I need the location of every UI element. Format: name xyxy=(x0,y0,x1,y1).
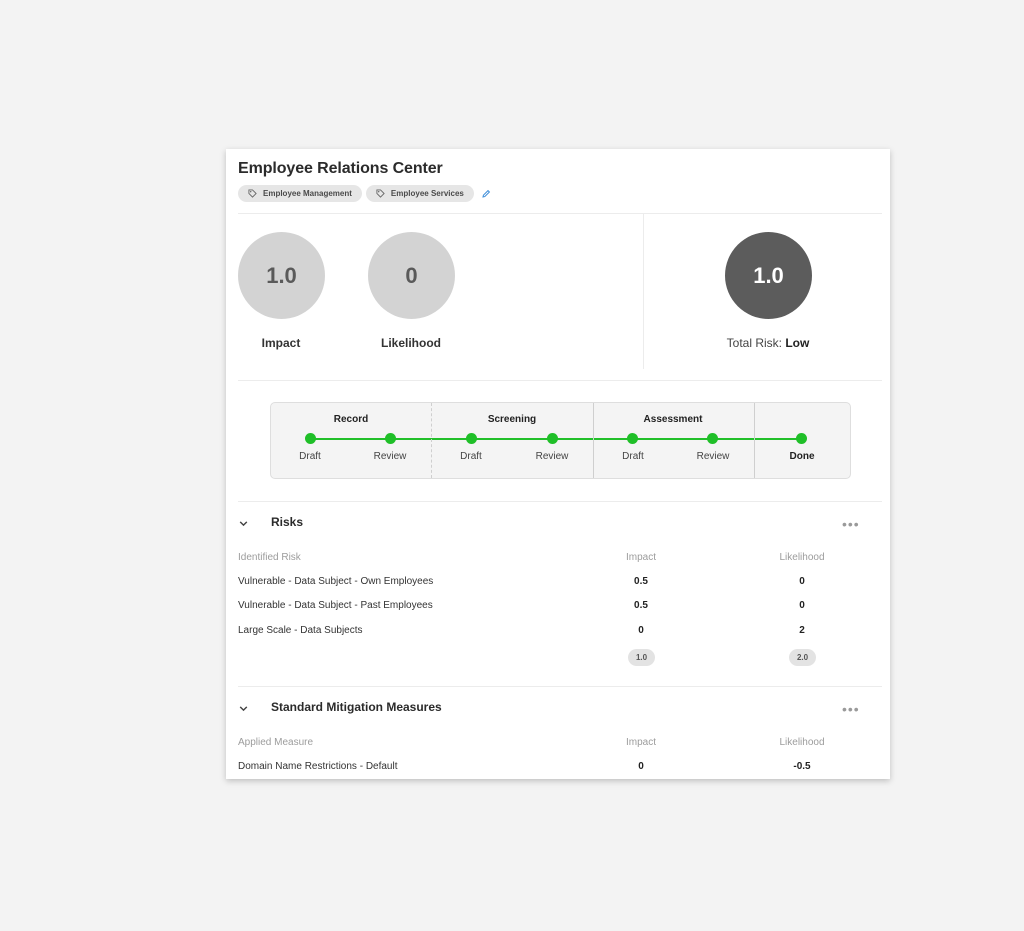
workflow-step-label: Draft xyxy=(622,451,644,462)
chevron-down-icon[interactable] xyxy=(238,518,249,529)
workflow-step-dot[interactable] xyxy=(627,433,638,444)
tag-list: Employee Management Employee Services xyxy=(238,185,491,202)
more-options-icon[interactable]: ••• xyxy=(842,701,860,717)
risk-likelihood: 2 xyxy=(799,625,805,636)
workflow-step-dot[interactable] xyxy=(385,433,396,444)
tag-employee-management[interactable]: Employee Management xyxy=(238,185,362,202)
risk-name: Vulnerable - Data Subject - Past Employe… xyxy=(238,600,433,611)
risk-impact: 0.5 xyxy=(634,600,648,611)
workflow-step-dot[interactable] xyxy=(466,433,477,444)
total-risk-prefix: Total Risk: xyxy=(726,336,782,350)
workflow-step-label: Review xyxy=(373,451,407,462)
divider xyxy=(238,380,882,381)
chevron-down-icon[interactable] xyxy=(238,703,249,714)
measure-likelihood: -0.5 xyxy=(793,761,811,772)
column-header-likelihood: Likelihood xyxy=(779,552,825,563)
workflow-step-dot[interactable] xyxy=(707,433,718,444)
measure-impact: 0 xyxy=(638,761,644,772)
measure-name: Domain Name Restrictions - Default xyxy=(238,761,398,772)
total-risk-label: Total Risk: Low xyxy=(708,336,828,350)
likelihood-label: Likelihood xyxy=(381,336,441,350)
total-risk-level: Low xyxy=(785,336,810,350)
likelihood-total-badge: 2.0 xyxy=(789,649,816,666)
column-header-likelihood: Likelihood xyxy=(779,737,825,748)
risk-card: Employee Relations Center Employee Manag… xyxy=(226,149,890,779)
workflow-step-dot[interactable] xyxy=(796,433,807,444)
likelihood-score-circle: 0 xyxy=(368,232,455,319)
workflow-stage-record: Record xyxy=(333,414,369,425)
total-risk-value: 1.0 xyxy=(753,262,784,288)
impact-score-circle: 1.0 xyxy=(238,232,325,319)
divider-vertical xyxy=(643,214,644,369)
tag-icon xyxy=(248,189,257,198)
divider xyxy=(238,501,882,502)
impact-score-value: 1.0 xyxy=(266,262,297,288)
tag-employee-services[interactable]: Employee Services xyxy=(365,185,474,202)
risk-impact: 0.5 xyxy=(634,576,648,587)
risk-name: Large Scale - Data Subjects xyxy=(238,625,363,636)
likelihood-score-value: 0 xyxy=(405,262,418,288)
workflow-step-label: Review xyxy=(535,451,569,462)
workflow-separator xyxy=(593,403,594,478)
risk-likelihood: 0 xyxy=(799,576,805,587)
impact-label: Impact xyxy=(261,336,301,350)
workflow-step-done: Done xyxy=(789,451,815,462)
workflow-step-dot[interactable] xyxy=(547,433,558,444)
divider xyxy=(238,213,882,214)
workflow-step-dot[interactable] xyxy=(305,433,316,444)
column-header-impact: Impact xyxy=(625,552,656,563)
column-header-impact: Impact xyxy=(625,737,656,748)
risk-name: Vulnerable - Data Subject - Own Employee… xyxy=(238,576,434,587)
workflow-separator xyxy=(754,403,755,478)
tag-label: Employee Management xyxy=(263,189,352,198)
workflow-step-label: Review xyxy=(696,451,730,462)
tag-icon xyxy=(376,189,385,198)
workflow-step-label: Draft xyxy=(299,451,321,462)
impact-total-badge: 1.0 xyxy=(628,649,655,666)
risk-impact: 0 xyxy=(638,625,644,636)
mitigation-section-title: Standard Mitigation Measures xyxy=(271,700,442,714)
workflow-stage-assessment: Assessment xyxy=(643,414,703,425)
more-options-icon[interactable]: ••• xyxy=(842,516,860,532)
risks-section-title: Risks xyxy=(271,515,304,529)
risks-section-header: Risks ••• xyxy=(238,514,878,534)
page-title: Employee Relations Center xyxy=(238,160,443,177)
risk-likelihood: 0 xyxy=(799,600,805,611)
workflow-stage-screening: Screening xyxy=(487,414,537,425)
mitigation-section-header: Standard Mitigation Measures ••• xyxy=(238,699,878,719)
workflow-progress: Record Screening Assessment Draft Review… xyxy=(270,402,851,479)
workflow-step-label: Draft xyxy=(460,451,482,462)
total-risk-circle: 1.0 xyxy=(725,232,812,319)
workflow-separator xyxy=(431,403,432,478)
divider xyxy=(238,686,882,687)
tag-label: Employee Services xyxy=(390,189,464,198)
column-header-identified-risk: Identified Risk xyxy=(238,552,301,563)
pencil-icon[interactable] xyxy=(481,189,491,199)
column-header-applied-measure: Applied Measure xyxy=(238,737,314,748)
